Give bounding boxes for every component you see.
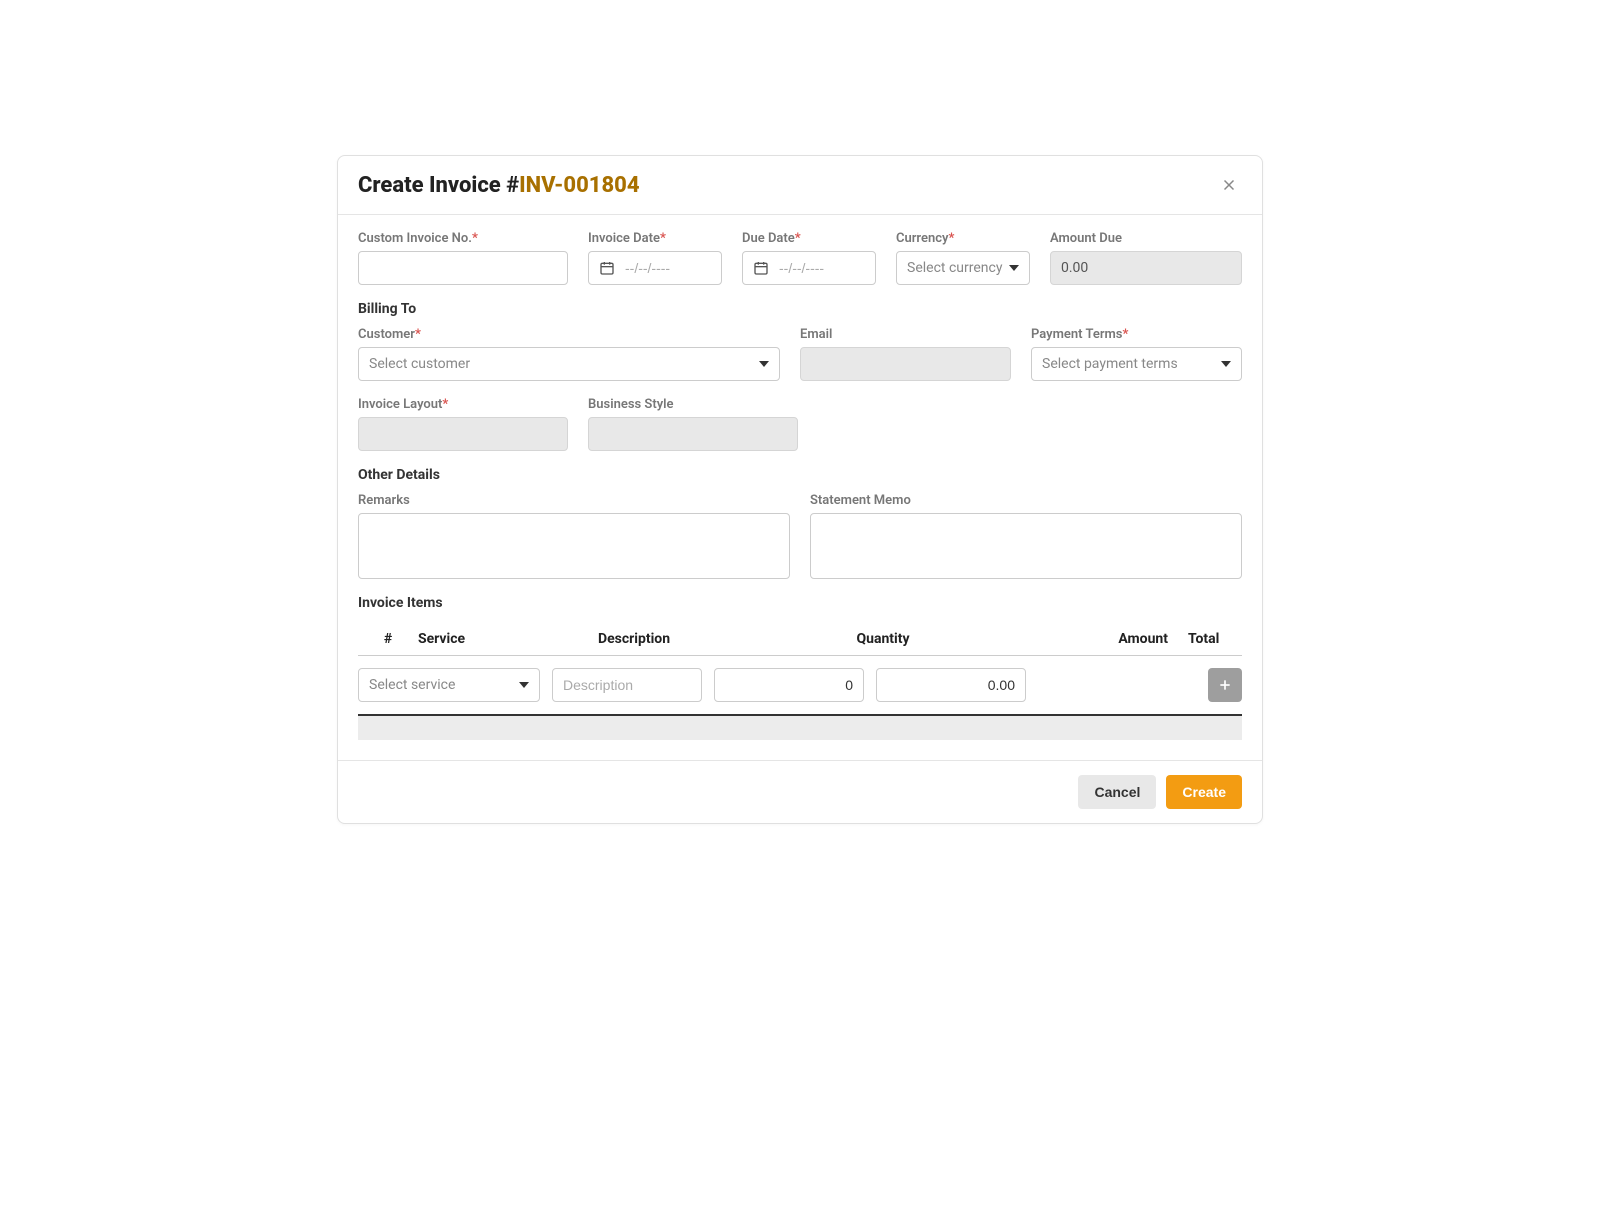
billing-to-heading: Billing To xyxy=(358,301,1242,317)
payment-terms-select[interactable]: Select payment terms xyxy=(1031,347,1242,381)
required-marker: * xyxy=(442,397,448,412)
modal-header: Create Invoice #INV-001804 xyxy=(338,156,1262,215)
email-value xyxy=(800,347,1011,381)
close-button[interactable] xyxy=(1216,172,1242,198)
create-button[interactable]: Create xyxy=(1166,775,1242,809)
due-date-field: Due Date* xyxy=(742,231,876,285)
statement-memo-field: Statement Memo xyxy=(810,493,1242,579)
col-total: Total xyxy=(1188,631,1279,647)
col-number: # xyxy=(358,631,418,647)
invoice-date-field: Invoice Date* xyxy=(588,231,722,285)
add-item-button[interactable] xyxy=(1208,668,1242,702)
required-marker: * xyxy=(472,231,478,246)
other-details-heading: Other Details xyxy=(358,467,1242,483)
item-description-input[interactable] xyxy=(552,668,702,702)
create-invoice-modal: Create Invoice #INV-001804 Custom Invoic… xyxy=(337,155,1263,824)
payment-terms-placeholder: Select payment terms xyxy=(1042,356,1178,372)
invoice-layout-field: Invoice Layout* xyxy=(358,397,568,451)
chevron-down-icon xyxy=(759,361,769,367)
label-text: Payment Terms xyxy=(1031,327,1123,342)
label-text: Invoice Layout xyxy=(358,397,442,412)
remarks-textarea[interactable] xyxy=(358,513,790,579)
label-text: Customer xyxy=(358,327,415,342)
required-marker: * xyxy=(1123,327,1129,342)
required-marker: * xyxy=(415,327,421,342)
col-description: Description xyxy=(598,631,798,647)
chevron-down-icon xyxy=(519,682,529,688)
col-quantity: Quantity xyxy=(798,631,968,647)
items-table-header: # Service Description Quantity Amount To… xyxy=(358,621,1242,656)
invoice-items-heading: Invoice Items xyxy=(358,595,1242,611)
statement-memo-label: Statement Memo xyxy=(810,493,1242,508)
billing-row-2: Invoice Layout* Business Style xyxy=(358,397,1242,451)
invoice-date-label: Invoice Date* xyxy=(588,231,722,246)
currency-select[interactable]: Select currency xyxy=(896,251,1030,285)
item-service-select[interactable]: Select service xyxy=(358,668,540,702)
required-marker: * xyxy=(795,231,801,246)
title-prefix: Create Invoice # xyxy=(358,173,519,198)
invoice-layout-label: Invoice Layout* xyxy=(358,397,568,412)
close-icon xyxy=(1220,176,1238,194)
customer-label: Customer* xyxy=(358,327,780,342)
business-style-label: Business Style xyxy=(588,397,798,412)
business-style-value xyxy=(588,417,798,451)
item-amount-input[interactable] xyxy=(876,668,1026,702)
label-text: Currency xyxy=(896,231,948,246)
remarks-field: Remarks xyxy=(358,493,790,579)
label-text: Invoice Date xyxy=(588,231,660,246)
custom-invoice-no-input[interactable] xyxy=(358,251,568,285)
calendar-icon xyxy=(753,260,769,276)
payment-terms-label: Payment Terms* xyxy=(1031,327,1242,342)
required-marker: * xyxy=(948,231,954,246)
due-date-label: Due Date* xyxy=(742,231,876,246)
invoice-date-input-wrap[interactable] xyxy=(588,251,722,285)
label-text: Custom Invoice No. xyxy=(358,231,472,246)
chevron-down-icon xyxy=(1009,265,1019,271)
items-table-row: Select service xyxy=(358,656,1242,716)
invoice-number: INV-001804 xyxy=(519,173,639,198)
col-amount: Amount xyxy=(968,631,1188,647)
customer-placeholder: Select customer xyxy=(369,356,470,372)
customer-select[interactable]: Select customer xyxy=(358,347,780,381)
other-details-row: Remarks Statement Memo xyxy=(358,493,1242,579)
item-quantity-input[interactable] xyxy=(714,668,864,702)
required-marker: * xyxy=(660,231,666,246)
business-style-field: Business Style xyxy=(588,397,798,451)
cancel-button[interactable]: Cancel xyxy=(1078,775,1156,809)
currency-label: Currency* xyxy=(896,231,1030,246)
col-service: Service xyxy=(418,631,598,647)
due-date-input-wrap[interactable] xyxy=(742,251,876,285)
invoice-layout-value xyxy=(358,417,568,451)
custom-invoice-no-label: Custom Invoice No.* xyxy=(358,231,568,246)
chevron-down-icon xyxy=(1221,361,1231,367)
invoice-items-table: # Service Description Quantity Amount To… xyxy=(358,621,1242,740)
plus-icon xyxy=(1217,677,1233,693)
amount-due-field: Amount Due 0.00 xyxy=(1050,231,1242,285)
customer-field: Customer* Select customer xyxy=(358,327,780,381)
modal-footer: Cancel Create xyxy=(338,760,1262,823)
statement-memo-textarea[interactable] xyxy=(810,513,1242,579)
email-label: Email xyxy=(800,327,1011,342)
custom-invoice-no-field: Custom Invoice No.* xyxy=(358,231,568,285)
modal-body: Custom Invoice No.* Invoice Date* Due Da… xyxy=(338,215,1262,760)
email-field: Email xyxy=(800,327,1011,381)
label-text: Due Date xyxy=(742,231,795,246)
items-footer-bar xyxy=(358,716,1242,740)
remarks-label: Remarks xyxy=(358,493,790,508)
amount-due-value: 0.00 xyxy=(1050,251,1242,285)
top-fields-row: Custom Invoice No.* Invoice Date* Due Da… xyxy=(358,231,1242,285)
currency-placeholder: Select currency xyxy=(907,260,1002,276)
billing-row-1: Customer* Select customer Email Payment … xyxy=(358,327,1242,381)
currency-field: Currency* Select currency xyxy=(896,231,1030,285)
amount-due-label: Amount Due xyxy=(1050,231,1242,246)
modal-title: Create Invoice #INV-001804 xyxy=(358,173,640,198)
item-service-placeholder: Select service xyxy=(369,677,455,693)
payment-terms-field: Payment Terms* Select payment terms xyxy=(1031,327,1242,381)
calendar-icon xyxy=(599,260,615,276)
